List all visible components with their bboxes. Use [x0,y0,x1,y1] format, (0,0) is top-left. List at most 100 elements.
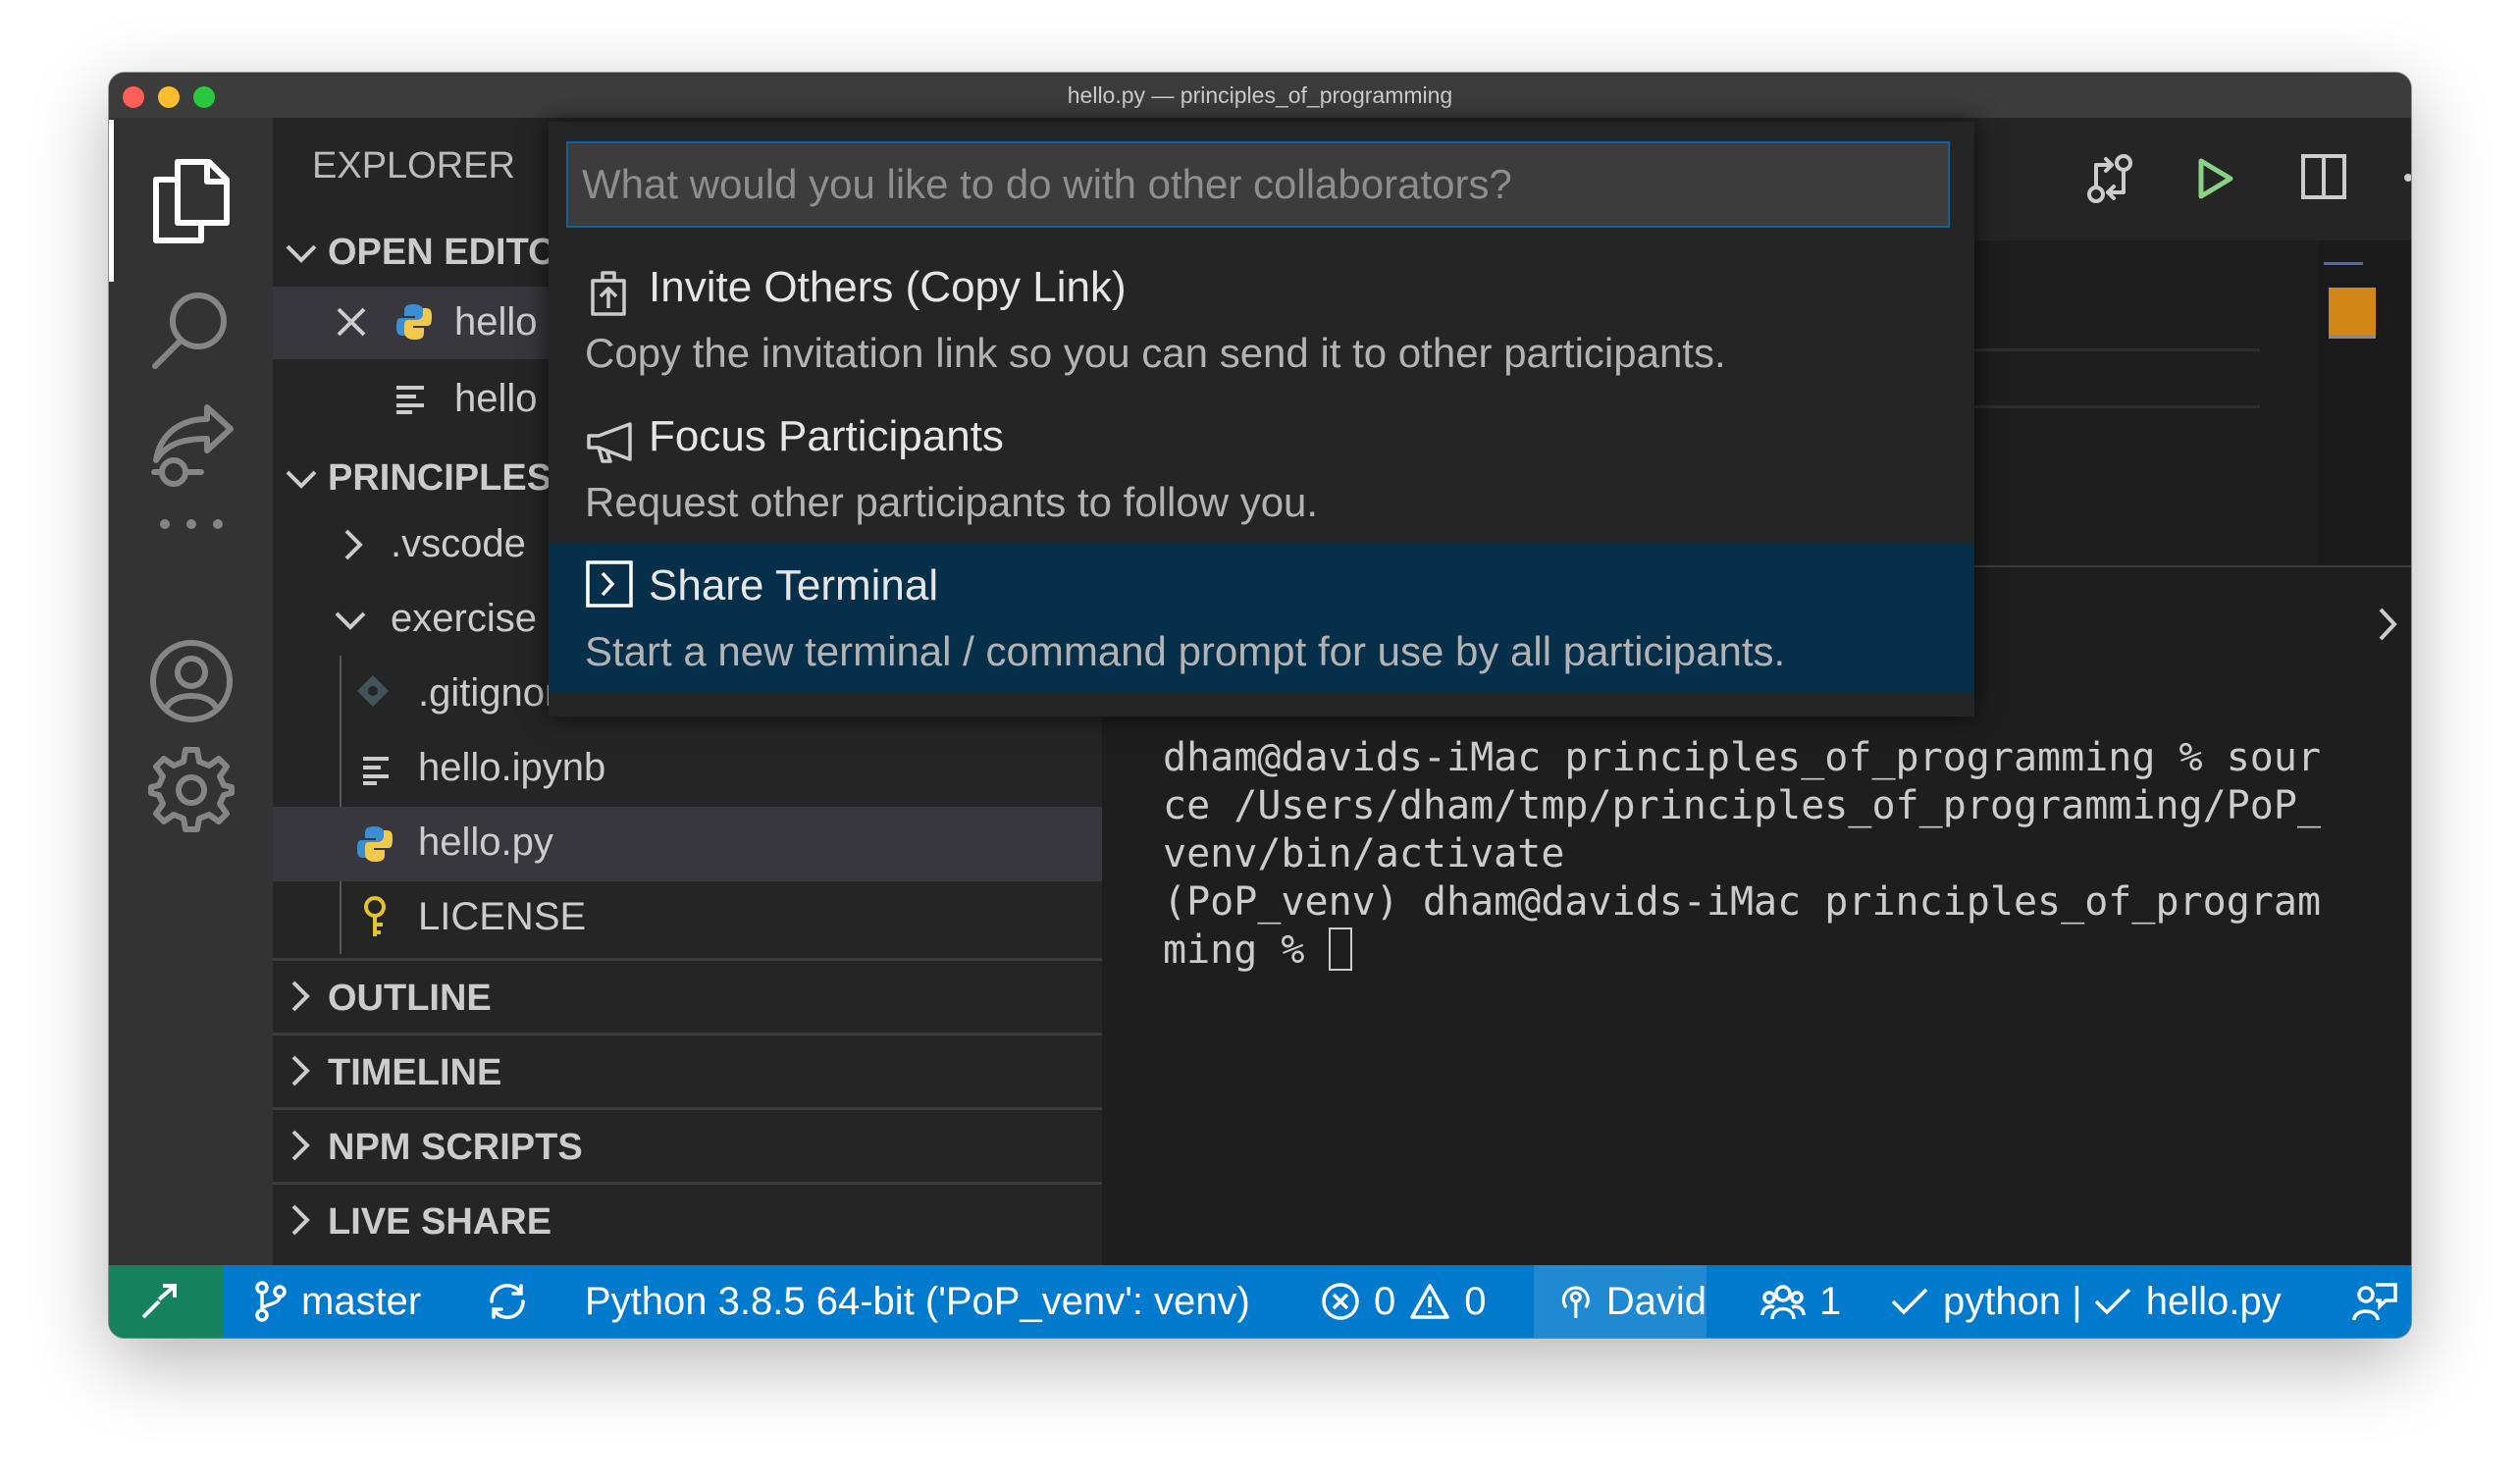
license-key-icon [364,896,386,936]
sync-icon [490,1284,525,1319]
run-icon[interactable] [2195,157,2234,200]
notebook-icon [363,757,389,785]
sync-button[interactable] [484,1265,545,1338]
live-share-section-header[interactable]: LIVE SHARE [273,1186,1102,1256]
git-branch-icon [255,1281,287,1322]
quick-pick-item-description: Start a new terminal / command prompt fo… [585,628,1786,674]
broadcast-icon [1561,1286,1590,1318]
more-actions-icon[interactable] [2403,173,2411,183]
chevron-right-icon[interactable] [2378,607,2397,642]
git-branch-label: master [301,1279,422,1323]
split-editor-icon[interactable] [2300,153,2347,200]
error-icon [1322,1283,1359,1320]
npm-scripts-section-header[interactable]: NPM SCRIPTS [273,1111,1102,1182]
open-editor-label: hello [454,377,538,420]
title-bar: hello.py — principles_of_programming [109,73,2411,118]
quick-pick-input[interactable] [566,141,1950,228]
section-label: NPM SCRIPTS [328,1127,583,1168]
status-bar: master Python 3.8.5 64-bit ('PoP_venv': … [109,1265,2411,1338]
terminal-icon [586,560,633,608]
quick-pick-item-share-terminal[interactable]: Share Terminal Start a new terminal / co… [549,544,1974,693]
python-interpreter-label: Python 3.8.5 64-bit ('PoP_venv': venv) [585,1279,1250,1323]
live-share-quick-pick: Invite Others (Copy Link) Copy the invit… [549,122,1974,716]
tree-item-label: .vscode [391,522,526,565]
problems-item[interactable]: 0 0 [1321,1265,1487,1338]
feedback-icon [2352,1283,2397,1321]
language-status-item[interactable]: python | hello.py [1890,1265,2282,1338]
section-label: TIMELINE [328,1052,502,1093]
chevron-right-icon [291,1130,310,1161]
live-share-user-item[interactable]: David [1534,1265,1706,1338]
remote-indicator[interactable] [109,1265,223,1338]
python-interpreter-item[interactable]: Python 3.8.5 64-bit ('PoP_venv': venv) [585,1265,1250,1338]
quick-pick-item-focus[interactable]: Focus Participants Request other partici… [549,395,1974,544]
feedback-button[interactable] [2352,1265,2411,1338]
terminal-line: ming % [1163,928,1329,973]
file-label: hello.py [2145,1279,2282,1323]
section-divider [273,958,1102,961]
warning-count: 0 [1464,1279,1487,1323]
remote-icon [141,1284,177,1319]
section-label: OUTLINE [328,978,492,1019]
git-branch-item[interactable]: master [254,1265,421,1338]
manage-button[interactable] [109,707,273,871]
tree-item-label: exercise [391,597,537,640]
open-editor-label: hello [454,300,538,344]
tree-item-file[interactable]: LICENSE [273,881,1102,956]
minimap-slider[interactable] [2329,288,2376,335]
tree-item-label: LICENSE [418,895,587,938]
terminal-output[interactable]: dham@davids-iMac principles_of_programmi… [1163,734,2399,975]
tree-item-file-selected[interactable]: hello.py [273,807,1102,881]
search-icon [151,292,227,369]
window-title: hello.py — principles_of_programming [1067,82,1453,108]
minimap-line [2329,335,2376,339]
python-icon [396,304,432,340]
chevron-down-icon [335,611,366,630]
participants-item[interactable]: 1 [1760,1265,1841,1338]
more-views-button[interactable] [109,442,273,606]
chevron-right-icon [291,1204,310,1236]
close-icon[interactable] [336,306,367,338]
quick-pick-item-label: Share Terminal [649,561,939,610]
more-icon [159,518,223,529]
files-icon [152,158,230,243]
timeline-section-header[interactable]: TIMELINE [273,1036,1102,1107]
notebook-icon [396,386,424,414]
language-label: python | [1943,1279,2093,1323]
live-share-user-label: David [1605,1279,1706,1323]
terminal-prompt-line: ming % [1163,927,2399,975]
chevron-right-icon [344,529,363,560]
section-divider [273,1182,1102,1185]
section-label: LIVE SHARE [328,1201,552,1243]
section-divider [273,1033,1102,1035]
warning-icon [1410,1284,1449,1319]
outline-section-header[interactable]: OUTLINE [273,962,1102,1033]
terminal-line: (PoP_venv) dham@davids-iMac principles_o… [1163,879,2322,925]
terminal-cursor [1328,928,1352,971]
tree-item-label: hello.ipynb [418,746,606,789]
quick-pick-item-label: Invite Others (Copy Link) [649,263,1127,311]
chevron-down-icon [286,244,317,263]
chevron-down-icon [286,470,317,489]
compare-changes-icon[interactable] [2084,151,2135,206]
quick-pick-item-label: Focus Participants [649,412,1004,460]
sidebar-title: EXPLORER [312,145,515,186]
gear-icon [147,746,235,832]
invite-icon [591,271,626,316]
terminal-line: venv/bin/activate [1163,831,1565,876]
activity-bar [109,118,273,1265]
tree-item-label: hello.py [418,821,553,864]
python-icon [357,826,393,862]
git-icon [357,675,389,707]
quick-pick-item-invite[interactable]: Invite Others (Copy Link) Copy the invit… [549,245,1974,395]
terminal-line: ce /Users/dham/tmp/principles_of_program… [1163,783,2322,828]
chevron-right-icon [291,980,310,1012]
participants-count: 1 [1819,1279,1842,1323]
open-editors-label: OPEN EDITO [328,232,557,273]
participants-icon [1760,1285,1806,1320]
tree-item-file[interactable]: hello.ipynb [273,732,1102,807]
quick-pick-item-description: Request other participants to follow you… [585,479,1319,525]
quick-pick-item-description: Copy the invitation link so you can send… [585,330,1726,376]
check-icon [1891,1288,1928,1315]
megaphone-icon [587,422,632,463]
